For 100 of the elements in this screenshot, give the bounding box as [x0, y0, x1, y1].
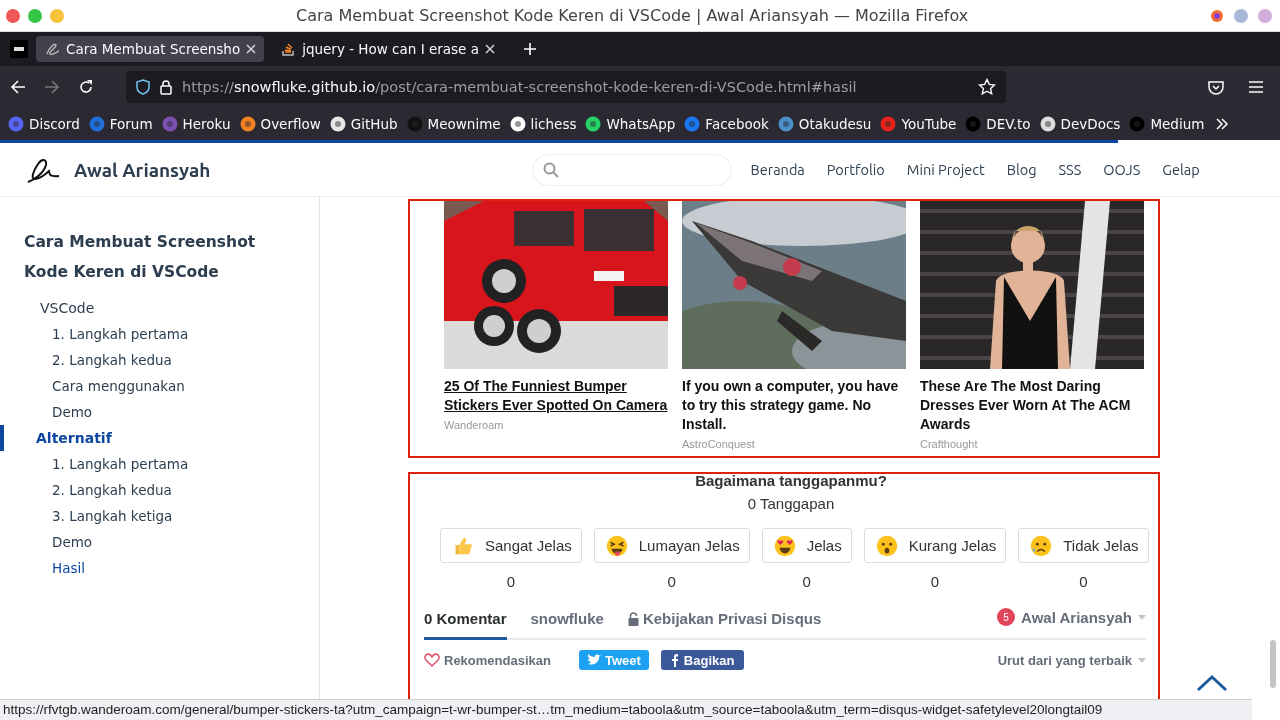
lock-icon	[627, 611, 639, 626]
toc-item[interactable]: 3. Langkah ketiga	[0, 503, 319, 529]
reaction-total: 0 Tanggapan	[746, 495, 836, 512]
toc-item[interactable]: Hasil	[0, 555, 319, 581]
search-icon	[543, 161, 560, 178]
comment-tab[interactable]: Kebijakan Privasi Disqus	[627, 602, 822, 640]
ad-title[interactable]: These Are The Most Daring Dresses Ever Worn At The ACM Awards	[920, 377, 1144, 434]
pocket-icon[interactable]	[1208, 79, 1224, 95]
bookmark[interactable]: Forum	[88, 116, 153, 132]
close-tab-icon[interactable]	[246, 44, 257, 54]
nav-link[interactable]: Portfolio	[826, 161, 885, 178]
bookmark[interactable]: WhatsApp	[585, 116, 676, 132]
nav-link[interactable]: OOJS	[1103, 161, 1141, 178]
toc-item[interactable]: Cara menggunakan	[0, 373, 319, 399]
bookmark-icon	[965, 116, 982, 132]
window-title: Cara Membuat Screenshot Kode Keren di VSCode | Awal Ariansyah — Mozilla Firefox	[296, 6, 970, 25]
ad-title[interactable]: 25 Of The Funniest Bumper Stickers Ever Spotted On Camera	[444, 377, 668, 415]
bookmark-icon	[329, 116, 346, 132]
close-window-button[interactable]	[6, 8, 20, 23]
bookmark-icon	[1129, 116, 1146, 132]
comment-tab[interactable]: 0 Komentar	[424, 602, 507, 640]
nav-link[interactable]: Mini Project	[906, 161, 985, 178]
toc-item[interactable]: Alternatif	[0, 425, 319, 451]
bookmark[interactable]: GitHub	[329, 116, 398, 132]
toc-item[interactable]: Demo	[0, 399, 319, 425]
bookmark-icon	[88, 116, 105, 132]
bookmark[interactable]: DevDocs	[1039, 116, 1121, 132]
recommend-button[interactable]: Rekomendasikan	[424, 652, 551, 668]
more-bookmarks-icon[interactable]	[1215, 117, 1230, 131]
ad-source: Crafthought	[920, 438, 979, 450]
toc-item[interactable]: Demo	[0, 529, 319, 555]
browser-tab[interactable]: jquery - How can I erase a	[272, 36, 503, 62]
toc-item[interactable]: 1. Langkah pertama	[0, 451, 319, 477]
reaction-button[interactable]: Kurang Jelas	[863, 528, 1007, 563]
address-bar[interactable]: https://snowfluke.github.io/post/cara-membuat-screenshot-kode-keren-di-VSCode.html#hasil	[126, 71, 1006, 103]
sort-dropdown[interactable]: Urut dari yang terbaik	[997, 652, 1146, 668]
bookmark-icon	[1039, 116, 1056, 132]
bookmark[interactable]: Discord	[8, 116, 80, 132]
site-name[interactable]: Awal Ariansyah	[74, 158, 211, 181]
bookmark-icon	[8, 116, 24, 132]
forward-icon[interactable]	[44, 79, 60, 95]
bookmark-icon	[880, 116, 897, 132]
star-icon[interactable]	[978, 78, 996, 96]
bookmark[interactable]: Meownime	[406, 116, 501, 132]
url-text: https://snowfluke.github.io/post/cara-membuat-screenshot-kode-keren-di-VSCode.html#hasil	[182, 79, 857, 95]
comment-tab[interactable]: snowfluke	[530, 602, 604, 640]
new-tab-icon[interactable]	[522, 42, 537, 56]
bookmark[interactable]: Facebook	[684, 116, 769, 132]
nav-link[interactable]: Gelap	[1162, 161, 1200, 178]
bookmark-icon	[161, 116, 178, 132]
heart-icon	[424, 653, 440, 667]
reaction-button[interactable]: Sangat Jelas	[440, 528, 582, 563]
bookmark[interactable]: Medium	[1129, 116, 1205, 132]
lock-icon	[160, 79, 172, 95]
menu-icon[interactable]	[1248, 80, 1264, 94]
nav-link[interactable]: Blog	[1006, 161, 1037, 178]
reaction-count: 0	[802, 573, 811, 590]
bookmark-icon	[684, 116, 701, 132]
bookmark[interactable]: Heroku	[161, 116, 231, 132]
notification-badge[interactable]: 5	[997, 608, 1016, 626]
bookmark-icon	[509, 116, 526, 132]
toc-item[interactable]: 2. Langkah kedua	[0, 347, 319, 373]
reaction-button[interactable]: Tidak Jelas	[1018, 528, 1149, 563]
app-icon[interactable]	[10, 40, 28, 58]
shield-icon	[136, 79, 150, 95]
bookmark[interactable]: DEV.to	[965, 116, 1031, 132]
bookmark[interactable]: YouTube	[880, 116, 957, 132]
user-menu[interactable]: Awal Ariansyah	[1021, 608, 1132, 626]
nav-link[interactable]: SSS	[1058, 161, 1082, 178]
reaction-count: 0	[667, 573, 676, 590]
ad-title[interactable]: If you own a computer, you have to try this strategy game. No Install.	[682, 377, 906, 434]
bookmark[interactable]: Overflow	[239, 116, 321, 132]
reaction-count: 0	[1079, 573, 1088, 590]
stack-icon	[280, 41, 297, 57]
f-icon	[670, 653, 678, 667]
nav-link[interactable]: Beranda	[750, 161, 805, 178]
bookmark[interactable]: lichess	[509, 116, 577, 132]
signature-icon	[44, 41, 60, 57]
reaction-count: 0	[930, 573, 940, 590]
browser-tab[interactable]: Cara Membuat Screensho	[36, 36, 265, 62]
toc-item[interactable]: 1. Langkah pertama	[0, 321, 319, 347]
bird-icon	[586, 654, 601, 666]
toc-item[interactable]: VSCode	[0, 295, 319, 321]
reaction-button[interactable]: Lumayan Jelas	[593, 528, 750, 563]
bookmark-icon	[406, 116, 423, 132]
bookmark-icon	[777, 116, 794, 132]
reaction-button[interactable]: Jelas	[761, 528, 852, 563]
share-button[interactable]: Bagikan	[660, 650, 745, 670]
back-icon[interactable]	[10, 79, 26, 95]
scrollbar-thumb[interactable]	[1270, 640, 1276, 688]
reload-icon[interactable]	[78, 79, 94, 95]
bookmark-icon	[239, 116, 256, 132]
toc-title: Cara Membuat Screenshot Kode Keren di VSCode	[23, 232, 257, 283]
bookmark-icon	[585, 116, 602, 132]
ad-source: Wanderoam	[444, 419, 505, 431]
close-tab-icon[interactable]	[484, 44, 495, 54]
browser-icon	[1210, 8, 1224, 23]
toc-item[interactable]: 2. Langkah kedua	[0, 477, 319, 503]
bookmark[interactable]: Otakudesu	[777, 116, 872, 132]
scroll-top-icon[interactable]	[1196, 674, 1228, 692]
